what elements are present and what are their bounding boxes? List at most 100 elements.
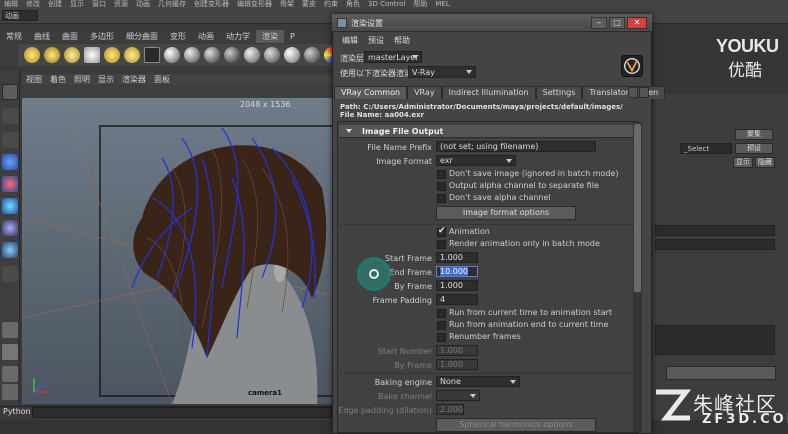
- menu-item[interactable]: 编辑: [4, 0, 18, 8]
- material-sphere-icon[interactable]: [164, 47, 180, 63]
- light-icon[interactable]: [64, 47, 80, 63]
- menu-item[interactable]: 修改: [26, 0, 40, 8]
- layout-single-icon[interactable]: [2, 322, 18, 338]
- menu-item[interactable]: 动画: [136, 0, 150, 8]
- viewport-menu-item[interactable]: 视图: [26, 74, 42, 85]
- menu-item[interactable]: 创建变形器: [194, 0, 229, 8]
- material-sphere-icon[interactable]: [204, 47, 220, 63]
- material-sphere-icon[interactable]: [264, 47, 280, 63]
- tab-settings[interactable]: Settings: [535, 86, 583, 99]
- end-frame-input[interactable]: 10.000: [436, 266, 478, 277]
- paint-tool-icon[interactable]: [2, 132, 18, 148]
- shelf-tab[interactable]: 多边形: [84, 30, 120, 43]
- chevron-right-icon[interactable]: [639, 87, 649, 98]
- dont-save-alpha-checkbox[interactable]: [437, 194, 446, 203]
- arrange-button[interactable]: 聚集: [735, 129, 773, 140]
- viewport-menu-item[interactable]: 着色: [50, 74, 66, 85]
- spotlight-icon[interactable]: [84, 47, 100, 63]
- last-tool-icon[interactable]: [2, 266, 18, 282]
- viewport-menu-item[interactable]: 渲染器: [122, 74, 146, 85]
- menu-item[interactable]: 约束: [324, 0, 338, 8]
- layout-four-icon[interactable]: [2, 344, 18, 360]
- material-sphere-icon[interactable]: [244, 47, 260, 63]
- shelf-tab-active[interactable]: 渲染: [256, 30, 284, 43]
- baking-engine-select[interactable]: None: [436, 376, 520, 387]
- select-field[interactable]: _Select: [680, 143, 732, 154]
- animation-checkbox[interactable]: [437, 226, 446, 237]
- file-name-prefix-input[interactable]: (not set; using filename): [436, 141, 596, 152]
- menu-set-select[interactable]: 动画: [2, 10, 38, 21]
- move-tool-icon[interactable]: [2, 154, 18, 170]
- render-layer-select[interactable]: masterLayer: [364, 51, 422, 63]
- rotate-tool-icon[interactable]: [2, 176, 18, 192]
- menu-item[interactable]: 3D Control: [368, 0, 405, 8]
- menu-item[interactable]: 资源: [114, 0, 128, 8]
- renderer-select[interactable]: V-Ray: [408, 66, 476, 78]
- select-tool-icon[interactable]: [2, 84, 18, 100]
- menu-item[interactable]: 帮助: [413, 0, 427, 8]
- menu-item[interactable]: 蒙皮: [302, 0, 316, 8]
- light-icon[interactable]: [44, 47, 60, 63]
- menu-item[interactable]: 编辑变形器: [237, 0, 272, 8]
- outliner-icon[interactable]: [2, 384, 18, 400]
- menu-item[interactable]: 几何缓存: [158, 0, 186, 8]
- minimize-icon[interactable]: –: [591, 17, 607, 29]
- menu-item[interactable]: MEL: [435, 0, 449, 8]
- collapse-triangle-icon[interactable]: [346, 129, 352, 133]
- image-format-options-button[interactable]: Image format options: [436, 206, 576, 220]
- renumber-frames-checkbox[interactable]: [437, 333, 446, 342]
- dialog-menu-presets[interactable]: 预设: [368, 35, 384, 47]
- shelf-tab[interactable]: 细分曲面: [120, 30, 164, 43]
- shelf-tab[interactable]: 动画: [192, 30, 220, 43]
- shelf-tab[interactable]: 曲线: [28, 30, 56, 43]
- alpha-separate-checkbox[interactable]: [437, 182, 446, 191]
- viewport-menu-item[interactable]: 照明: [74, 74, 90, 85]
- start-frame-input[interactable]: 1.000: [436, 252, 478, 263]
- tab-vray-common[interactable]: VRay Common: [334, 86, 408, 99]
- shelf-tab[interactable]: P: [284, 30, 301, 43]
- viewport[interactable]: [22, 98, 340, 404]
- channel-field[interactable]: [655, 225, 775, 236]
- maximize-icon[interactable]: □: [609, 17, 625, 29]
- viewport-menu-item[interactable]: 显示: [98, 74, 114, 85]
- preset-button[interactable]: 预设: [735, 143, 773, 154]
- spherical-harmonics-button[interactable]: Spherical harmonics options: [436, 418, 596, 432]
- chevron-left-icon[interactable]: [628, 87, 638, 98]
- shelf-tab[interactable]: 常规: [0, 30, 28, 43]
- by-frame-input[interactable]: 1.000: [436, 280, 478, 291]
- channel-field[interactable]: [655, 239, 775, 250]
- render-batch-only-checkbox[interactable]: [437, 240, 446, 249]
- scrollbar-thumb[interactable]: [634, 124, 641, 292]
- python-label[interactable]: Python: [3, 407, 31, 416]
- channel-field[interactable]: [655, 325, 775, 355]
- soft-mod-icon[interactable]: [2, 242, 18, 258]
- menu-item[interactable]: 窗口: [92, 0, 106, 8]
- dont-save-image-checkbox[interactable]: [437, 170, 446, 179]
- end-to-current-checkbox[interactable]: [437, 321, 446, 330]
- scale-tool-icon[interactable]: [2, 198, 18, 214]
- material-sphere-icon[interactable]: [184, 47, 200, 63]
- lasso-tool-icon[interactable]: [2, 108, 18, 124]
- menu-item[interactable]: 骨架: [280, 0, 294, 8]
- manipulator-icon[interactable]: [2, 220, 18, 236]
- tab-vray[interactable]: VRay: [407, 86, 442, 99]
- image-format-select[interactable]: exr: [436, 155, 516, 166]
- dialog-menu-help[interactable]: 帮助: [394, 35, 410, 47]
- current-to-start-checkbox[interactable]: [437, 309, 446, 318]
- menu-item[interactable]: 显示: [70, 0, 84, 8]
- material-sphere-icon[interactable]: [304, 47, 320, 63]
- light-icon[interactable]: [104, 47, 120, 63]
- python-input[interactable]: [32, 407, 332, 418]
- material-sphere-icon[interactable]: [224, 47, 240, 63]
- light-icon[interactable]: [124, 47, 140, 63]
- render-icon[interactable]: [144, 47, 160, 63]
- panel-button[interactable]: [666, 366, 776, 380]
- light-icon[interactable]: [24, 47, 40, 63]
- dialog-menu-edit[interactable]: 编辑: [342, 35, 358, 47]
- shelf-tab[interactable]: 动力学: [220, 30, 256, 43]
- menu-item[interactable]: 角色: [346, 0, 360, 8]
- shelf-tab[interactable]: 变形: [164, 30, 192, 43]
- tab-indirect-illumination[interactable]: Indirect Illumination: [441, 86, 536, 99]
- layout-two-icon[interactable]: [2, 366, 18, 382]
- frame-padding-input[interactable]: 4: [436, 294, 478, 305]
